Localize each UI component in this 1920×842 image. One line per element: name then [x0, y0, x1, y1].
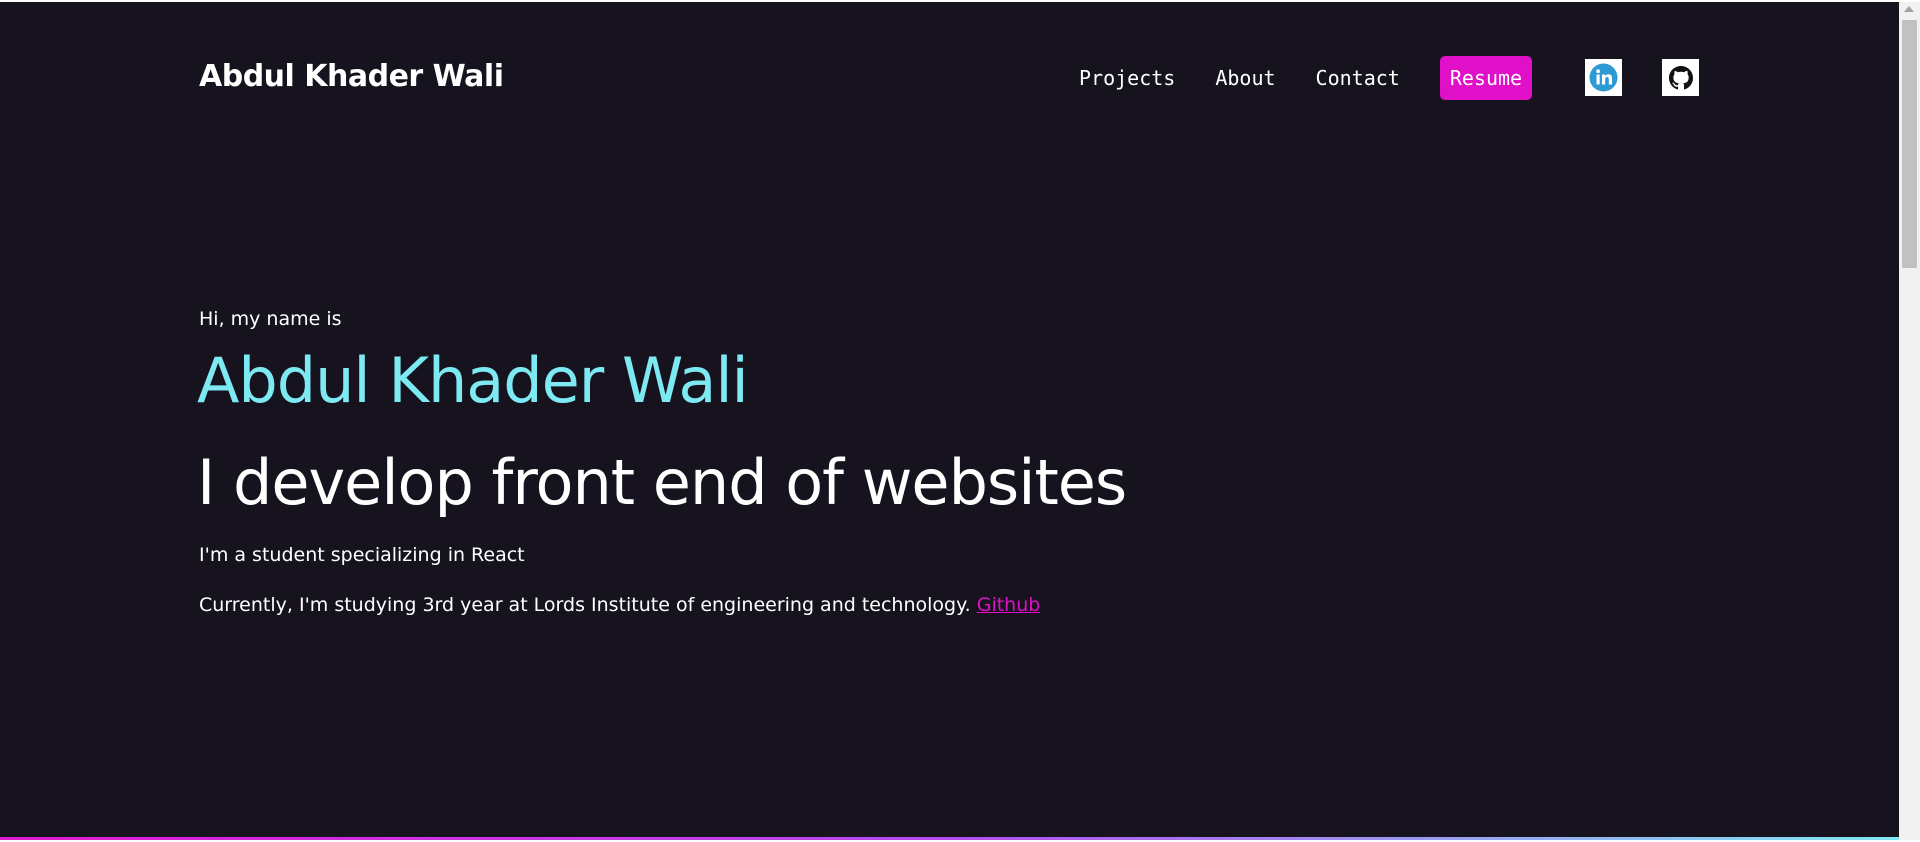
github-icon [1668, 65, 1693, 89]
hero-education: Currently, I'm studying 3rd year at Lord… [199, 594, 1040, 616]
nav-link-contact[interactable]: Contact [1316, 66, 1400, 90]
page-viewport: Abdul Khader Wali Projects About Contact… [0, 2, 1899, 840]
main-nav: Projects About Contact Resume [1060, 56, 1533, 100]
brand-logo-text[interactable]: Abdul Khader Wali [199, 59, 504, 94]
intro-text: Hi, my name is [199, 308, 342, 330]
resume-button[interactable]: Resume [1439, 56, 1533, 100]
bottom-gradient-bar [0, 837, 1899, 840]
hero-description: I'm a student specializing in React [199, 544, 525, 566]
linkedin-icon [1589, 63, 1618, 92]
scroll-up-arrow-icon[interactable] [1904, 6, 1914, 12]
linkedin-link[interactable] [1585, 59, 1622, 96]
hero-tagline: I develop front end of websites [197, 446, 1127, 519]
education-text: Currently, I'm studying 3rd year at Lord… [199, 594, 971, 616]
github-link[interactable] [1662, 59, 1699, 96]
scrollbar[interactable] [1899, 2, 1920, 840]
nav-link-projects[interactable]: Projects [1079, 66, 1175, 90]
scrollbar-thumb[interactable] [1902, 20, 1917, 268]
github-text-link[interactable]: Github [977, 594, 1041, 616]
hero-name: Abdul Khader Wali [197, 344, 749, 417]
nav-link-about[interactable]: About [1215, 66, 1275, 90]
